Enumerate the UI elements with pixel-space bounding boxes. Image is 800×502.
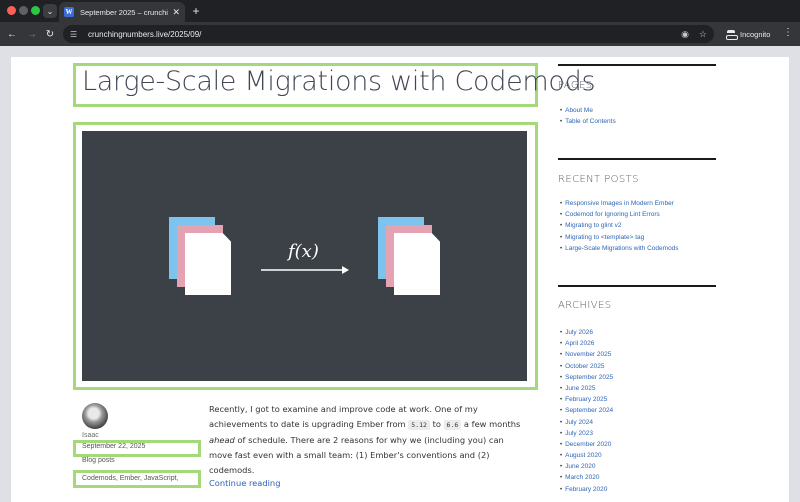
kebab-menu-icon[interactable]: ⋮ — [783, 27, 793, 38]
excerpt-text: a few months — [461, 419, 521, 429]
post-date[interactable]: September 22, 2025 — [82, 443, 145, 450]
archive-item[interactable]: June 2025 — [560, 383, 613, 394]
continue-reading-link[interactable]: Continue reading — [209, 478, 280, 488]
transform-formula: f(x) — [288, 241, 319, 262]
incognito-indicator[interactable]: Incognito — [722, 26, 776, 42]
source-doc-white-icon — [185, 233, 231, 295]
pages-item[interactable]: Table of Contents — [560, 116, 616, 127]
archive-item[interactable]: September 2025 — [560, 372, 613, 383]
archives-list: July 2026 April 2026 November 2025 Octob… — [560, 327, 613, 495]
archives-widget-title: ARCHIVES — [558, 300, 612, 311]
pages-widget-title: PAGES — [558, 80, 593, 91]
excerpt-text: to — [429, 419, 444, 429]
archive-item[interactable]: September 2024 — [560, 405, 613, 416]
bookmark-star-icon[interactable]: ☆ — [699, 29, 707, 40]
post-category[interactable]: Blog posts — [82, 457, 115, 464]
back-arrow-icon[interactable]: ← — [5, 27, 19, 41]
page-viewport: Large-Scale Migrations with Codemods f(x… — [0, 46, 800, 502]
wordpress-favicon-icon: W — [64, 7, 74, 17]
excerpt-text: of schedule. There are 2 reasons for why… — [209, 435, 504, 475]
post-author[interactable]: Isaac — [82, 432, 99, 439]
forward-arrow-icon[interactable]: → — [25, 27, 39, 41]
site-settings-icon[interactable]: ☰ — [70, 30, 80, 39]
eye-slash-icon[interactable]: ◉ — [681, 29, 689, 40]
recent-post-item[interactable]: Large-Scale Migrations with Codemods — [560, 243, 678, 254]
url-text[interactable]: crunchingnumbers.live/2025/09/ — [88, 30, 201, 39]
archive-item[interactable]: February 2025 — [560, 394, 613, 405]
tab-search-chevron-icon[interactable]: ⌄ — [43, 4, 57, 18]
address-bar[interactable]: ☰ crunchingnumbers.live/2025/09/ ◉ ☆ — [63, 25, 714, 43]
pages-list: About Me Table of Contents — [560, 105, 616, 127]
archive-item[interactable]: December 2020 — [560, 439, 613, 450]
transform-arrow-icon — [261, 266, 349, 274]
archive-item[interactable]: April 2026 — [560, 338, 613, 349]
author-avatar[interactable] — [82, 403, 108, 429]
incognito-icon — [726, 30, 738, 40]
recent-post-item[interactable]: Migrating to <template> tag — [560, 232, 679, 243]
new-tab-plus-icon[interactable]: + — [189, 4, 203, 18]
window-maximize-button[interactable] — [31, 6, 40, 15]
recent-post-item[interactable]: Responsive Images in Modern Ember — [560, 198, 679, 209]
pages-widget-rule — [558, 64, 716, 66]
archive-item[interactable]: July 2023 — [560, 428, 613, 439]
recent-widget-title: RECENT POSTS — [558, 174, 639, 185]
archive-item[interactable]: June 2020 — [560, 461, 613, 472]
pages-item[interactable]: About Me — [560, 105, 616, 116]
archive-item[interactable]: February 2020 — [560, 484, 613, 495]
recent-post-item[interactable]: Migrating to glint v2 — [560, 220, 679, 231]
archive-item[interactable]: July 2024 — [560, 417, 613, 428]
tab-title: September 2025 – crunching — [80, 7, 168, 17]
post-excerpt: Recently, I got to examine and improve c… — [209, 402, 529, 478]
version-from: 5.12 — [408, 420, 430, 430]
web-page: Large-Scale Migrations with Codemods f(x… — [11, 57, 789, 502]
tab-close-icon[interactable]: ✕ — [172, 7, 180, 18]
post-title[interactable]: Large-Scale Migrations with Codemods — [82, 66, 596, 97]
reload-icon[interactable]: ↻ — [43, 27, 57, 41]
window-close-button[interactable] — [7, 6, 16, 15]
window-minimize-button[interactable] — [19, 6, 28, 15]
version-to: 6.6 — [443, 420, 462, 430]
target-doc-white-icon — [394, 233, 440, 295]
archive-item[interactable]: July 2026 — [560, 327, 613, 338]
active-tab[interactable]: W September 2025 – crunching ✕ — [59, 2, 185, 22]
recent-posts-list: Responsive Images in Modern Ember Codemo… — [560, 198, 679, 254]
archive-item[interactable]: August 2020 — [560, 450, 613, 461]
tab-strip: ⌄ W September 2025 – crunching ✕ + — [0, 0, 800, 22]
browser-toolbar: ← → ↻ ☰ crunchingnumbers.live/2025/09/ ◉… — [0, 22, 800, 46]
incognito-label: Incognito — [740, 29, 771, 39]
post-tags[interactable]: Codemods, Ember, JavaScript, — [82, 473, 200, 484]
archive-item[interactable]: October 2025 — [560, 361, 613, 372]
excerpt-emphasis: ahead — [209, 435, 235, 445]
featured-image[interactable]: f(x) — [82, 131, 527, 381]
archives-widget-rule — [558, 285, 716, 287]
archive-item[interactable]: March 2020 — [560, 472, 613, 483]
archive-item[interactable]: November 2025 — [560, 349, 613, 360]
recent-widget-rule — [558, 158, 716, 160]
recent-post-item[interactable]: Codemod for Ignoring Lint Errors — [560, 209, 679, 220]
